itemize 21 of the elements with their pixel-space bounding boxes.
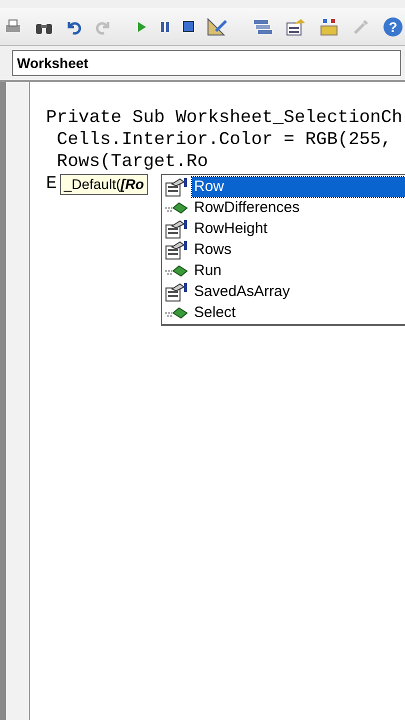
properties-icon[interactable]	[286, 16, 306, 36]
completion-item[interactable]: RowHeight	[192, 218, 405, 238]
object-dropdown[interactable]: Worksheet	[12, 50, 401, 76]
code-line: Private Sub Worksheet_SelectionCh	[46, 108, 402, 128]
property-icon	[164, 218, 188, 238]
completion-item[interactable]: Select	[192, 302, 405, 322]
help-icon[interactable]: ?	[383, 16, 403, 36]
completion-item[interactable]: Rows	[192, 240, 405, 260]
code-line: Cells.Interior.Color = RGB(255,	[56, 130, 392, 150]
completion-item[interactable]: SavedAsArray	[192, 282, 405, 302]
parameter-tooltip: _Default([Ro	[60, 174, 148, 194]
code-line: E	[46, 174, 57, 194]
code-line: Rows(Target.Ro	[56, 152, 208, 172]
toolbox-icon[interactable]	[319, 16, 339, 36]
completion-item[interactable]: Run	[192, 260, 405, 280]
property-icon	[164, 176, 188, 196]
completion-item[interactable]: RowDifferences	[192, 198, 405, 218]
property-icon	[164, 240, 188, 260]
completion-item[interactable]: Row	[192, 176, 405, 196]
property-icon	[164, 282, 188, 302]
ruler-pencil-icon[interactable]	[207, 16, 227, 36]
